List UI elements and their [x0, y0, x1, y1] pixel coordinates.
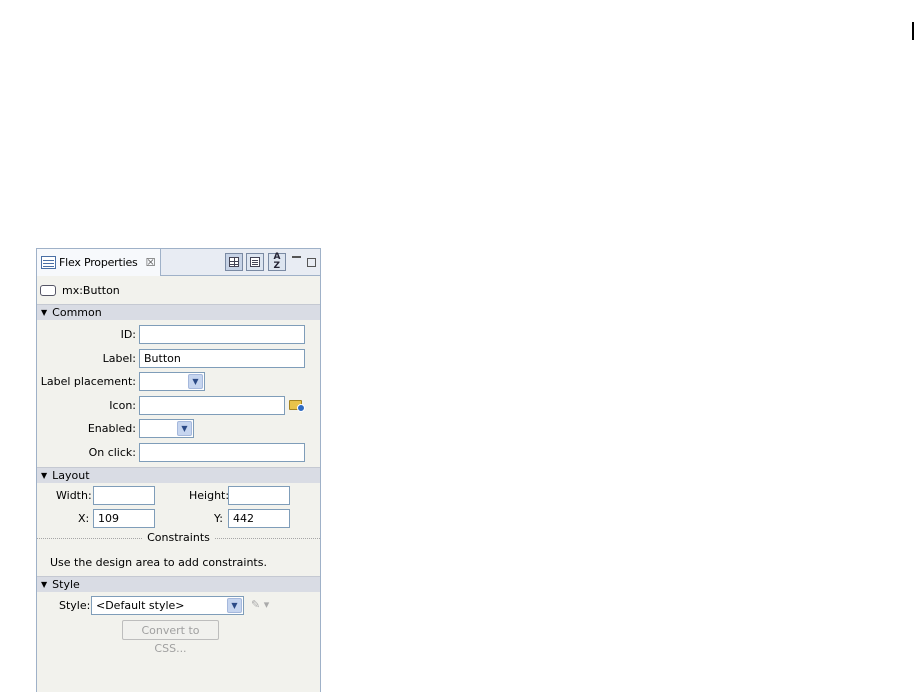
view-toolbar: AZ — [225, 253, 316, 271]
icon-input[interactable] — [139, 395, 285, 415]
section-header-common[interactable]: ▼ Common — [37, 304, 320, 320]
row-label-placement: Label placement: ▼ — [37, 370, 320, 394]
onclick-input[interactable] — [139, 442, 305, 462]
constraints-label: Constraints — [143, 531, 214, 544]
convert-to-css-button[interactable]: Convert to CSS... — [122, 620, 219, 655]
section-title-style: Style — [52, 578, 80, 591]
height-input[interactable] — [228, 486, 290, 505]
row-position: X: 109 Y: 442 — [37, 506, 320, 529]
height-label: Height: — [189, 489, 230, 502]
chevron-down-icon[interactable]: ▼ — [227, 598, 242, 613]
width-label: Width: — [56, 489, 92, 502]
flex-properties-panel: Flex Properties ☒ AZ mx:Button ▼ Common … — [36, 248, 321, 692]
x-input[interactable]: 109 — [93, 509, 155, 528]
button-component-icon — [40, 284, 56, 296]
constraints-heading: Constraints — [37, 531, 320, 544]
label-placement-label: Label placement: — [40, 375, 136, 388]
section-header-style[interactable]: ▼ Style — [37, 576, 320, 592]
id-label: ID: — [120, 328, 136, 341]
width-input[interactable] — [93, 486, 155, 505]
enabled-select[interactable]: ▼ — [139, 419, 194, 438]
row-label: Label: Button — [37, 347, 320, 371]
maximize-icon — [307, 257, 316, 267]
onclick-label: On click: — [88, 445, 136, 459]
category-view-button[interactable] — [246, 253, 264, 271]
expand-triangle-icon: ▼ — [41, 471, 48, 480]
constraints-divider: Constraints — [37, 531, 320, 552]
row-onclick: On click: — [37, 441, 320, 465]
alphabetical-view-button[interactable]: AZ — [268, 253, 286, 271]
row-icon: Icon: — [37, 394, 320, 418]
style-select[interactable]: <Default style> ▼ — [91, 596, 244, 615]
chevron-down-icon[interactable]: ▼ — [188, 374, 203, 389]
folder-info-badge — [297, 403, 305, 412]
standard-view-icon — [229, 257, 239, 267]
y-input[interactable]: 442 — [228, 509, 290, 528]
component-type-label: mx:Button — [62, 283, 120, 297]
close-icon[interactable]: ☒ — [146, 257, 156, 268]
expand-triangle-icon: ▼ — [41, 580, 48, 589]
category-view-icon — [250, 257, 260, 267]
text-cursor — [912, 22, 914, 40]
id-input[interactable] — [139, 325, 305, 344]
label-input[interactable]: Button — [139, 348, 305, 368]
section-title-layout: Layout — [52, 469, 90, 482]
section-title-common: Common — [52, 306, 102, 319]
row-convert: Convert to CSS... — [37, 618, 320, 655]
enabled-label: Enabled: — [87, 422, 136, 435]
tab-bar: Flex Properties ☒ AZ — [37, 249, 320, 276]
chevron-down-icon[interactable]: ▼ — [177, 421, 192, 436]
browse-folder-icon[interactable] — [289, 398, 305, 412]
minimize-icon — [292, 256, 301, 258]
properties-icon — [41, 256, 56, 269]
row-enabled: Enabled: ▼ — [37, 417, 320, 441]
alphabetical-view-icon: AZ — [273, 252, 281, 271]
section-header-layout[interactable]: ▼ Layout — [37, 467, 320, 483]
maximize-button[interactable] — [307, 257, 316, 267]
label-label: Label: — [102, 351, 136, 365]
expand-triangle-icon: ▼ — [41, 308, 48, 317]
row-id: ID: — [37, 323, 320, 347]
icon-label: Icon: — [109, 398, 136, 412]
row-style: Style: <Default style> ▼ ✎ ▾ — [37, 592, 320, 618]
style-value: <Default style> — [96, 599, 185, 612]
y-label: Y: — [214, 512, 223, 525]
tab-title: Flex Properties — [59, 256, 138, 269]
x-label: X: — [78, 512, 90, 525]
tab-flex-properties[interactable]: Flex Properties ☒ — [37, 249, 161, 276]
edit-style-icon[interactable]: ✎ ▾ — [251, 598, 269, 611]
constraints-hint: Use the design area to add constraints. — [50, 556, 267, 569]
component-header: mx:Button — [37, 276, 320, 304]
standard-view-button[interactable] — [225, 253, 243, 271]
row-size: Width: Height: — [37, 483, 320, 506]
style-label: Style: — [59, 599, 91, 612]
label-placement-select[interactable]: ▼ — [139, 372, 205, 391]
